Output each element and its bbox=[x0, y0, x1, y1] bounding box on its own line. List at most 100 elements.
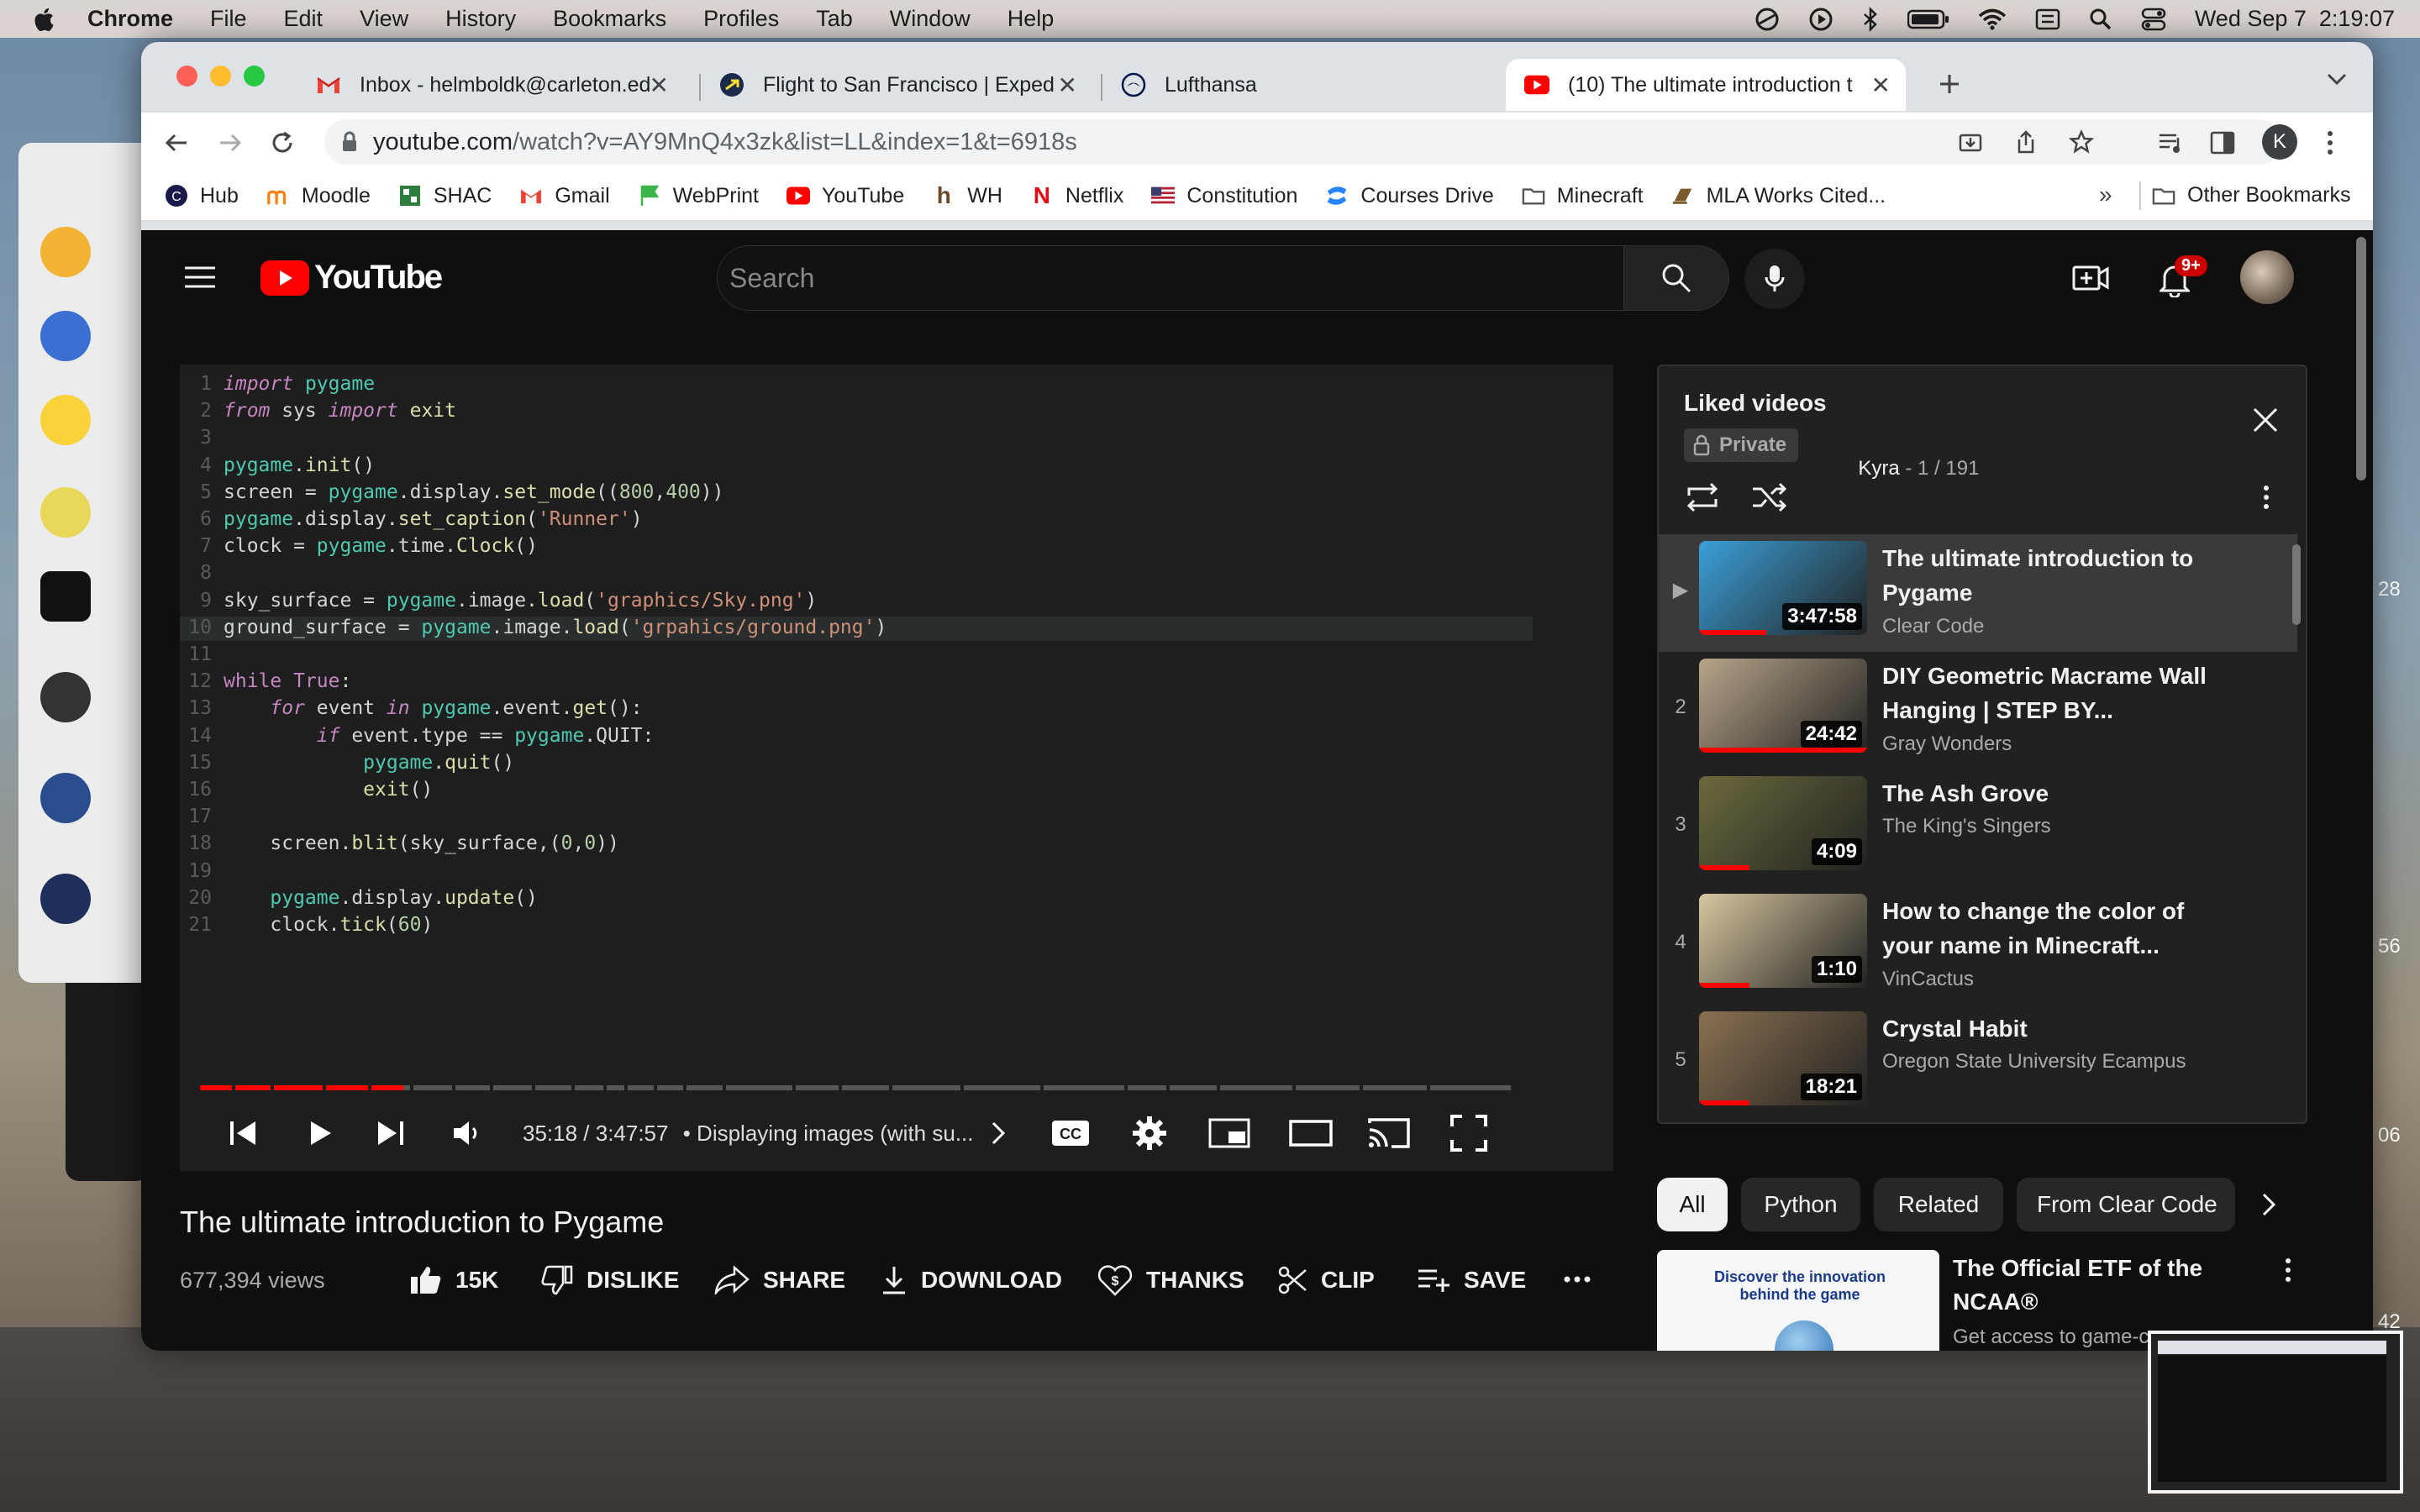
screenshot-preview-thumbnail[interactable] bbox=[2148, 1331, 2403, 1494]
share-button[interactable]: SHARE bbox=[714, 1257, 845, 1304]
menu-view[interactable]: View bbox=[360, 6, 408, 32]
video-thumbnail[interactable]: 18:21 bbox=[1699, 1011, 1867, 1105]
clip-button[interactable]: CLIP bbox=[1277, 1257, 1375, 1304]
side-panel-icon[interactable] bbox=[2210, 131, 2235, 155]
chevron-right-icon[interactable] bbox=[2260, 1191, 2277, 1218]
thanks-button[interactable]: $ THANKS bbox=[1097, 1257, 1244, 1304]
battery-icon[interactable] bbox=[1907, 8, 1949, 30]
shuffle-icon[interactable] bbox=[1751, 482, 1788, 512]
cast-icon[interactable] bbox=[1368, 1112, 1412, 1154]
tab-search-button[interactable] bbox=[2326, 71, 2348, 92]
playlist-scrollbar[interactable] bbox=[2292, 544, 2301, 625]
dislike-button[interactable]: DISLIKE bbox=[541, 1257, 679, 1304]
menu-bar-clock[interactable]: Wed Sep 7 2:19:07 bbox=[2195, 6, 2395, 32]
other-bookmarks-folder[interactable]: Other Bookmarks bbox=[2152, 183, 2351, 207]
video-thumbnail[interactable]: 24:42 bbox=[1699, 659, 1867, 753]
hamburger-menu-icon[interactable] bbox=[185, 265, 215, 289]
more-vertical-icon[interactable] bbox=[2326, 129, 2334, 156]
wifi-icon[interactable] bbox=[1978, 8, 2007, 30]
close-tab-icon[interactable]: ✕ bbox=[1871, 71, 1891, 99]
ad-thumbnail[interactable]: Discover the innovation behind the game bbox=[1657, 1250, 1939, 1351]
menu-file[interactable]: File bbox=[210, 6, 247, 32]
theater-mode-icon[interactable] bbox=[1289, 1112, 1333, 1154]
share-icon[interactable] bbox=[2015, 129, 2037, 155]
tab-expedia-flight[interactable]: Flight to San Francisco | Exped ✕ bbox=[701, 59, 1092, 111]
menu-edit[interactable]: Edit bbox=[284, 6, 324, 32]
bookmark-youtube[interactable]: YouTube bbox=[786, 184, 904, 208]
playlist-item[interactable]: ▶ 3:47:58 The ultimate introduction to Pyg… bbox=[1659, 534, 2297, 652]
minimize-window-button[interactable] bbox=[210, 66, 231, 87]
profile-avatar[interactable]: K bbox=[2262, 124, 2297, 160]
like-button[interactable]: 15K bbox=[410, 1257, 498, 1304]
install-app-icon[interactable] bbox=[1958, 131, 1983, 155]
chip-all[interactable]: All bbox=[1657, 1178, 1728, 1231]
playlist-owner[interactable]: Kyra bbox=[1858, 457, 1899, 480]
page-scrollbar[interactable] bbox=[2356, 237, 2366, 480]
bookmark-wh[interactable]: h WH bbox=[932, 182, 1002, 208]
chapter-title[interactable]: • Displaying images (with su... bbox=[683, 1121, 974, 1146]
bookmark-minecraft[interactable]: Minecraft bbox=[1522, 184, 1644, 208]
bookmark-moodle[interactable]: Moodle bbox=[266, 184, 371, 208]
menu-app-name[interactable]: Chrome bbox=[87, 6, 173, 32]
previous-video-icon[interactable] bbox=[227, 1112, 260, 1154]
ad-title[interactable]: The Official ETF of the NCAA® bbox=[1953, 1252, 2222, 1319]
close-tab-icon[interactable]: ✕ bbox=[650, 71, 669, 99]
bookmark-hub[interactable]: C Hub bbox=[165, 184, 239, 208]
bookmark-shac[interactable]: SHAC bbox=[398, 184, 492, 208]
save-button[interactable]: SAVE bbox=[1417, 1257, 1526, 1304]
account-avatar[interactable] bbox=[2240, 250, 2294, 304]
address-bar[interactable]: youtube.com/watch?v=AY9MnQ4x3zk&list=LL&… bbox=[324, 119, 2282, 165]
playlist-item[interactable]: 3 4:09 The Ash Grove The King's Singers bbox=[1659, 769, 2297, 887]
bookmark-courses-drive[interactable]: Courses Drive bbox=[1325, 184, 1494, 208]
miniplayer-icon[interactable] bbox=[1208, 1112, 1250, 1154]
input-source-icon[interactable] bbox=[2035, 8, 2060, 30]
more-vertical-icon[interactable] bbox=[2284, 1257, 2292, 1284]
playlist-item[interactable]: 4 1:10 How to change the color of your nam… bbox=[1659, 887, 2297, 1005]
progress-bar[interactable] bbox=[200, 1085, 1511, 1090]
menu-profiles[interactable]: Profiles bbox=[703, 6, 779, 32]
menu-tab[interactable]: Tab bbox=[816, 6, 853, 32]
playlist-item[interactable]: 2 24:42 DIY Geometric Macrame Wall Hanging… bbox=[1659, 652, 2297, 769]
spotlight-search-icon[interactable] bbox=[2089, 8, 2112, 31]
close-icon[interactable] bbox=[2252, 407, 2279, 433]
zoom-window-button[interactable] bbox=[244, 66, 265, 87]
chip-from-clear-code[interactable]: From Clear Code bbox=[2017, 1178, 2235, 1231]
settings-gear-icon[interactable] bbox=[1131, 1112, 1168, 1154]
bluetooth-icon[interactable] bbox=[1862, 6, 1879, 32]
more-vertical-icon[interactable] bbox=[2262, 484, 2270, 511]
download-button[interactable]: DOWNLOAD bbox=[881, 1257, 1062, 1304]
search-input[interactable]: Search bbox=[717, 245, 1624, 311]
chip-related[interactable]: Related bbox=[1874, 1178, 2003, 1231]
notifications-button[interactable]: 9+ bbox=[2154, 255, 2207, 302]
bookmark-webprint[interactable]: WebPrint bbox=[638, 184, 759, 208]
voice-search-button[interactable] bbox=[1744, 249, 1805, 309]
loop-icon[interactable] bbox=[1684, 482, 1721, 512]
bookmark-netflix[interactable]: N Netflix bbox=[1030, 182, 1124, 208]
playlist-title[interactable]: Liked videos bbox=[1684, 390, 1827, 417]
menu-bookmarks[interactable]: Bookmarks bbox=[553, 6, 666, 32]
bookmark-mla[interactable]: MLA Works Cited... bbox=[1671, 184, 1886, 208]
chevron-right-icon[interactable] bbox=[988, 1112, 1008, 1154]
new-tab-button[interactable] bbox=[1931, 66, 1968, 102]
video-player[interactable]: 1 import pygame 2 from sys import exit 3 4 pyg… bbox=[180, 365, 1613, 1171]
next-video-icon[interactable] bbox=[373, 1112, 407, 1154]
video-thumbnail[interactable]: 3:47:58 bbox=[1699, 541, 1867, 635]
more-actions-icon[interactable] bbox=[1563, 1275, 1591, 1284]
focus-status-icon[interactable] bbox=[1754, 7, 1780, 32]
bookmark-star-icon[interactable] bbox=[2069, 129, 2094, 155]
forward-arrow-icon[interactable] bbox=[217, 129, 244, 156]
video-thumbnail[interactable]: 1:10 bbox=[1699, 894, 1867, 988]
close-window-button[interactable] bbox=[176, 66, 197, 87]
tab-youtube-active[interactable]: (10) The ultimate introduction t ✕ bbox=[1506, 59, 1906, 111]
play-icon[interactable] bbox=[302, 1112, 336, 1154]
menu-history[interactable]: History bbox=[445, 6, 516, 32]
volume-icon[interactable] bbox=[450, 1112, 484, 1154]
close-tab-icon[interactable]: ✕ bbox=[1058, 71, 1077, 99]
back-arrow-icon[interactable] bbox=[163, 129, 190, 156]
tab-gmail-inbox[interactable]: Inbox - helmboldk@carleton.ed ✕ bbox=[297, 59, 684, 111]
create-video-icon[interactable] bbox=[2072, 262, 2109, 294]
apple-icon[interactable] bbox=[32, 6, 55, 33]
captions-icon[interactable]: CC bbox=[1050, 1112, 1091, 1154]
playlist-item[interactable]: 5 18:21 Crystal Habit Oregon State Universi… bbox=[1659, 1005, 2297, 1122]
media-controls-icon[interactable] bbox=[2158, 131, 2185, 155]
